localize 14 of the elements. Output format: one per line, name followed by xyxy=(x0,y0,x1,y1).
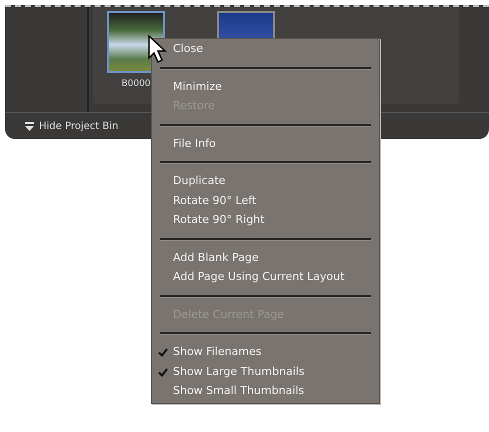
menu-item[interactable]: Show Filenames xyxy=(152,342,379,362)
menu-item[interactable]: Rotate 90° Right xyxy=(152,210,379,230)
menu-item[interactable]: Show Large Thumbnails xyxy=(152,362,379,381)
menu-item[interactable]: Add Blank Page xyxy=(152,248,379,267)
hide-project-bin-button[interactable]: Hide Project Bin xyxy=(25,120,118,132)
menu-item[interactable]: Show Small Thumbnails xyxy=(152,381,379,400)
collapse-icon xyxy=(25,122,34,130)
cursor-icon xyxy=(148,35,170,65)
menu-item[interactable]: Rotate 90° Left xyxy=(152,190,379,210)
thumbnail-caption: B0000 xyxy=(121,79,151,89)
menu-item[interactable]: Add Page Using Current Layout xyxy=(152,267,379,286)
menu-item[interactable]: Duplicate xyxy=(152,171,379,190)
menu-item[interactable]: File Info xyxy=(152,134,379,153)
menu-item[interactable]: Minimize xyxy=(152,76,379,96)
